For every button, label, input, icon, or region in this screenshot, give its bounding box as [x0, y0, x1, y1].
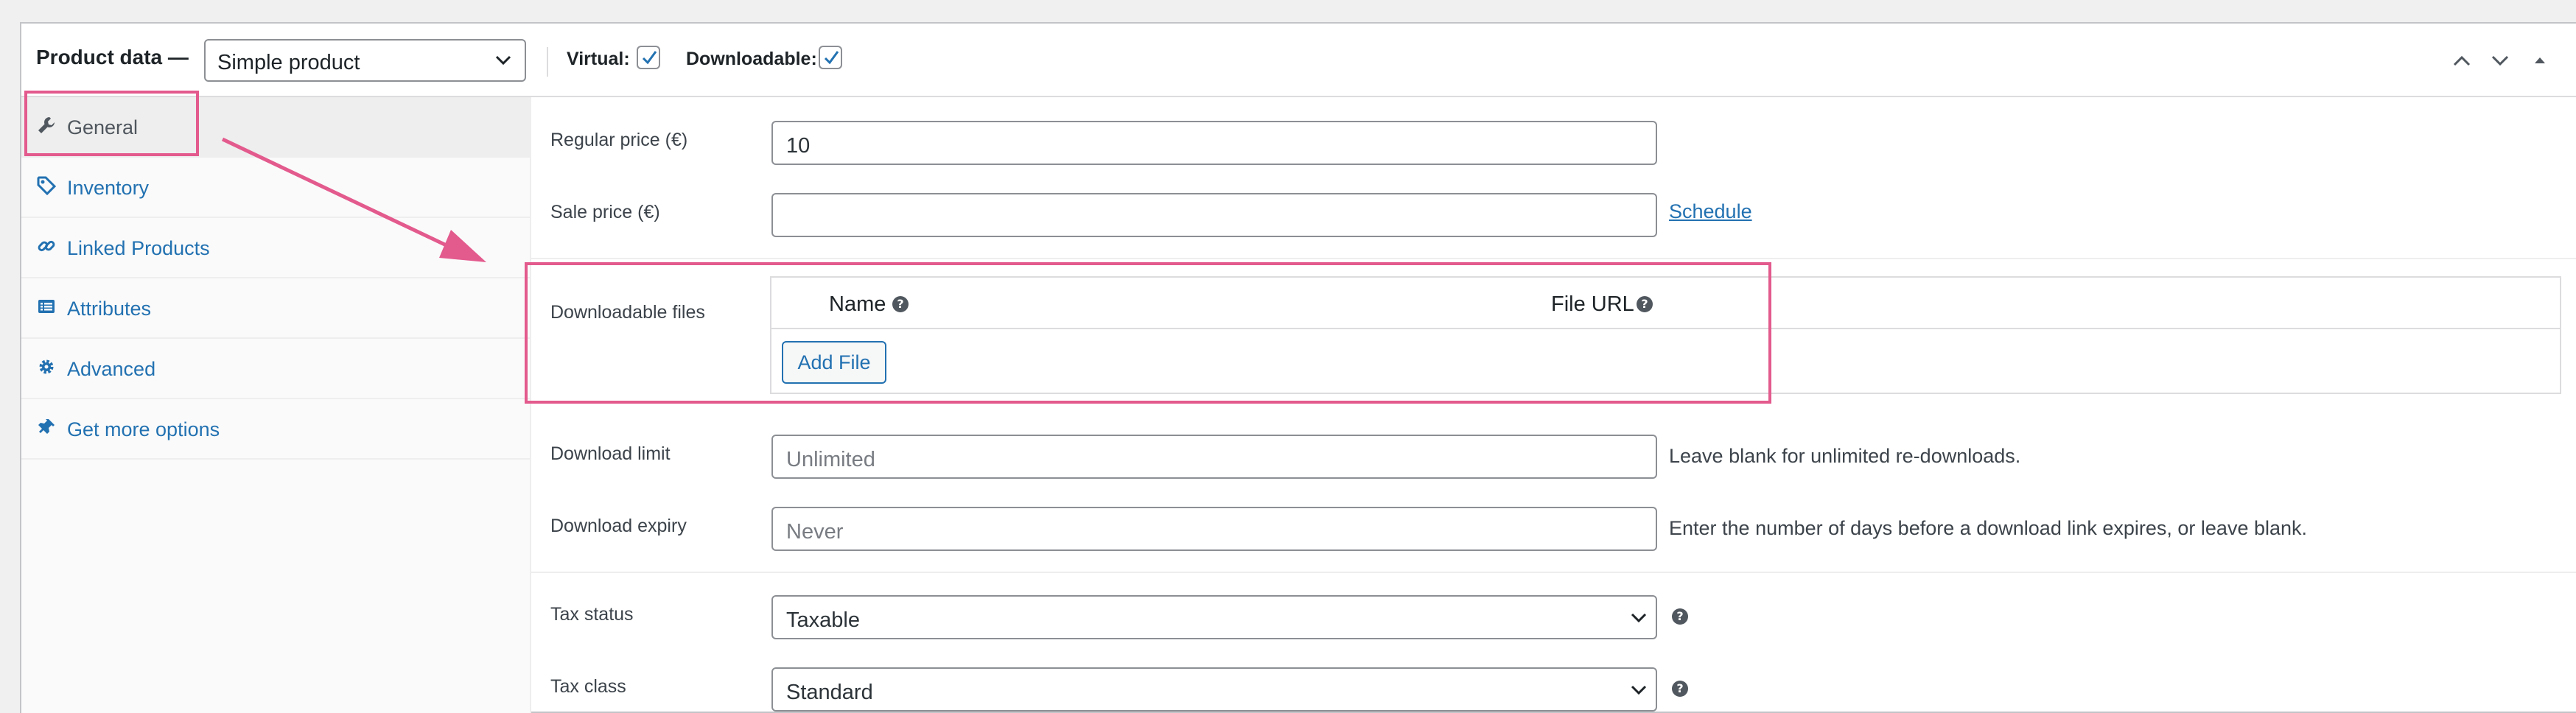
annotation-arrow	[221, 137, 486, 262]
